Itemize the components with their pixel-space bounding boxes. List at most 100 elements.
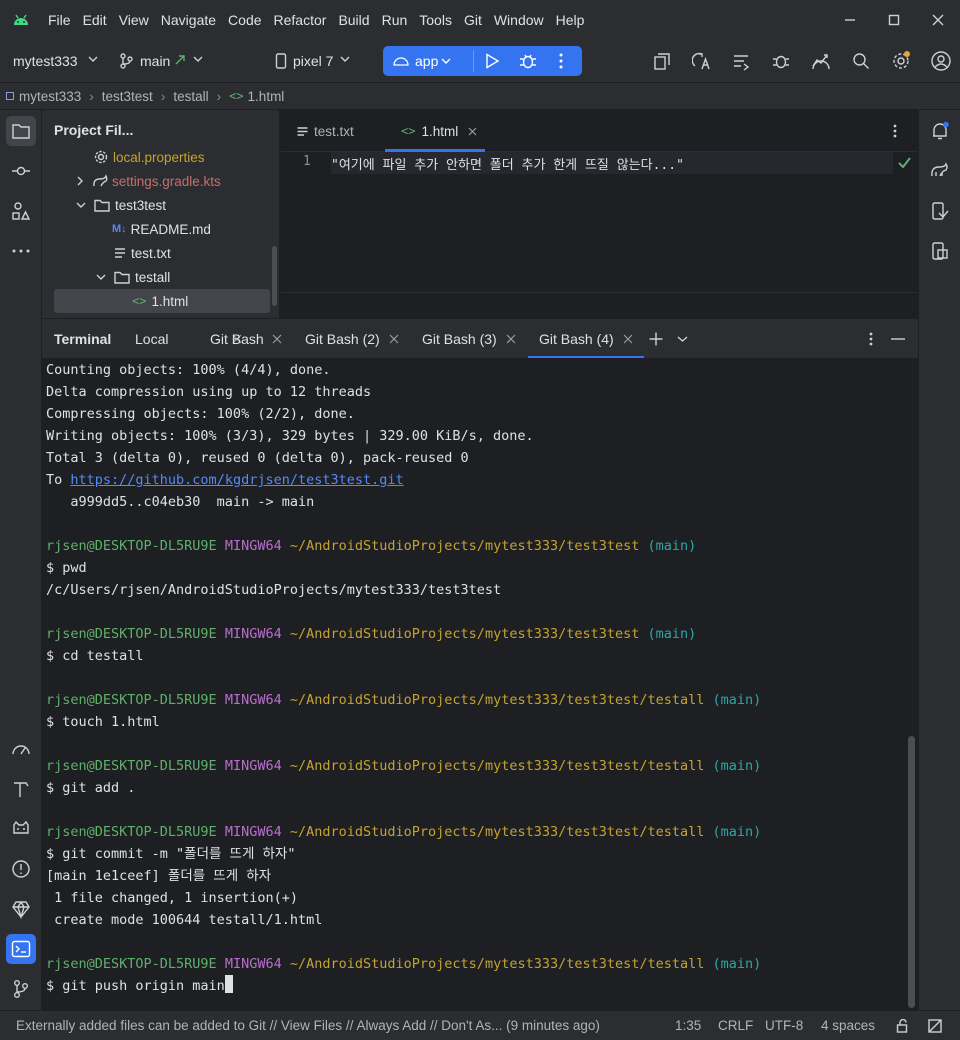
project-panel-scrollbar[interactable] bbox=[272, 246, 277, 306]
tree-item-1-html[interactable]: <> 1.html bbox=[54, 289, 270, 313]
breadcrumb-file[interactable]: 1.html bbox=[248, 89, 285, 104]
close-window-button[interactable] bbox=[916, 0, 960, 40]
menu-help[interactable]: Help bbox=[550, 0, 591, 40]
project-selector[interactable]: mytest333 bbox=[13, 40, 78, 82]
terminal-command: $ git commit -m "폴더를 뜨게 하자" bbox=[46, 846, 296, 862]
more-tool-windows-icon[interactable] bbox=[6, 236, 36, 266]
terminal-tab-git-bash[interactable]: Git Bash bbox=[210, 319, 264, 359]
chevron-down-icon[interactable] bbox=[677, 334, 688, 344]
terminal-tab-git-bash-3[interactable]: Git Bash (3) bbox=[422, 319, 497, 359]
maximize-button[interactable] bbox=[872, 0, 916, 40]
terminal-line: Writing objects: 100% (3/3), 329 bytes |… bbox=[46, 428, 534, 444]
menu-view[interactable]: View bbox=[113, 0, 155, 40]
terminal-icon[interactable] bbox=[6, 934, 36, 964]
run-config-selector[interactable]: app bbox=[415, 46, 438, 76]
list-sync-icon[interactable] bbox=[729, 49, 753, 73]
gradle-icon[interactable] bbox=[925, 156, 955, 186]
menu-tools[interactable]: Tools bbox=[413, 0, 458, 40]
menu-window[interactable]: Window bbox=[488, 0, 550, 40]
breadcrumb-folder[interactable]: test3test bbox=[102, 89, 153, 104]
prompt-shell: MINGW64 bbox=[224, 626, 282, 642]
logcat-icon[interactable] bbox=[6, 814, 36, 844]
breadcrumb-folder[interactable]: testall bbox=[173, 89, 208, 104]
project-panel-title[interactable]: Project Fil... bbox=[54, 122, 133, 138]
tree-item-readme[interactable]: M↓ README.md bbox=[54, 217, 270, 241]
incoming-arrow-icon bbox=[175, 55, 185, 65]
device-file-explorer-icon[interactable] bbox=[925, 196, 955, 226]
file-encoding[interactable]: UTF-8 bbox=[765, 1011, 803, 1040]
debug-button[interactable] bbox=[519, 52, 537, 70]
tree-item-local-properties[interactable]: local.properties bbox=[54, 145, 270, 169]
folder-icon bbox=[94, 199, 110, 212]
prompt-path: ~/AndroidStudioProjects/mytest333/test3t… bbox=[289, 692, 705, 708]
tab-options-icon[interactable] bbox=[893, 124, 897, 138]
git-branch-icon[interactable] bbox=[6, 974, 36, 1004]
tab-label: 1.html bbox=[421, 123, 459, 139]
structure-icon[interactable] bbox=[6, 196, 36, 226]
status-message[interactable]: Externally added files can be added to G… bbox=[16, 1011, 600, 1040]
app-quality-insights-icon[interactable] bbox=[6, 894, 36, 924]
indent-setting[interactable]: 4 spaces bbox=[821, 1011, 875, 1040]
tree-item-testall[interactable]: testall bbox=[54, 265, 270, 289]
build-hammer-icon[interactable] bbox=[6, 774, 36, 804]
menu-build[interactable]: Build bbox=[332, 0, 375, 40]
terminal-tab-git-bash-2[interactable]: Git Bash (2) bbox=[305, 319, 380, 359]
close-tab-icon[interactable] bbox=[622, 333, 634, 345]
menu-code[interactable]: Code bbox=[222, 0, 267, 40]
chevron-down-icon bbox=[340, 54, 350, 64]
sync-gradle-icon[interactable] bbox=[650, 49, 674, 73]
terminal-output[interactable]: Counting objects: 100% (4/4), done. Delt… bbox=[42, 358, 918, 1010]
search-icon[interactable] bbox=[849, 49, 873, 73]
tab-test-txt[interactable]: test.txt bbox=[297, 110, 354, 152]
tree-item-test-txt[interactable]: test.txt bbox=[54, 241, 270, 265]
chevron-down-icon[interactable] bbox=[76, 201, 86, 209]
breadcrumb-project[interactable]: mytest333 bbox=[19, 89, 81, 104]
terminal-tab-git-bash-4[interactable]: Git Bash (4) bbox=[539, 319, 614, 359]
terminal-options-icon[interactable] bbox=[869, 332, 873, 346]
android-logo-icon[interactable] bbox=[0, 0, 42, 40]
minimize-button[interactable] bbox=[828, 0, 872, 40]
tree-item-test3test[interactable]: test3test bbox=[54, 193, 270, 217]
repo-url-link[interactable]: https://github.com/kgdrjsen/test3test.gi… bbox=[70, 472, 403, 488]
code-editor[interactable]: 1 "여기에 파일 추가 안하면 폴더 추가 한게 뜨질 않는다..." bbox=[281, 152, 918, 318]
commit-icon[interactable] bbox=[6, 156, 36, 186]
memory-indicator-icon[interactable] bbox=[928, 1019, 942, 1033]
menu-run[interactable]: Run bbox=[376, 0, 414, 40]
line-separator[interactable]: CRLF bbox=[718, 1011, 753, 1040]
tree-item-settings-gradle[interactable]: settings.gradle.kts bbox=[54, 169, 270, 193]
chevron-right-icon[interactable] bbox=[76, 176, 84, 186]
close-tab-icon[interactable] bbox=[468, 127, 477, 136]
menu-refactor[interactable]: Refactor bbox=[268, 0, 333, 40]
problems-icon[interactable] bbox=[6, 854, 36, 884]
profiler-icon[interactable] bbox=[6, 734, 36, 764]
code-text[interactable]: "여기에 파일 추가 안하면 폴더 추가 한게 뜨질 않는다..." bbox=[331, 154, 684, 173]
hide-panel-minus-icon[interactable] bbox=[891, 338, 905, 340]
close-tab-icon[interactable] bbox=[271, 333, 283, 345]
attach-debugger-icon[interactable] bbox=[769, 49, 793, 73]
project-folder-icon[interactable] bbox=[6, 116, 36, 146]
notifications-bell-icon[interactable] bbox=[925, 116, 955, 146]
device-selector[interactable]: pixel 7 bbox=[293, 40, 333, 82]
menu-git[interactable]: Git bbox=[458, 0, 488, 40]
tab-1-html[interactable]: <> 1.html bbox=[401, 110, 477, 152]
caret-position[interactable]: 1:35 bbox=[675, 1011, 701, 1040]
running-devices-icon[interactable] bbox=[925, 236, 955, 266]
translate-icon[interactable] bbox=[690, 49, 714, 73]
account-icon[interactable] bbox=[929, 49, 953, 73]
close-tab-icon[interactable] bbox=[505, 333, 517, 345]
menu-file[interactable]: File bbox=[42, 0, 77, 40]
settings-gear-icon[interactable] bbox=[889, 49, 913, 73]
branch-selector[interactable]: main bbox=[140, 40, 170, 82]
lock-icon[interactable] bbox=[896, 1019, 910, 1033]
terminal-input-line[interactable]: $ git push origin main bbox=[46, 975, 233, 997]
menu-navigate[interactable]: Navigate bbox=[155, 0, 222, 40]
terminal-tab-local[interactable]: Local bbox=[135, 319, 168, 359]
device-manager-icon[interactable] bbox=[809, 49, 833, 73]
run-button[interactable] bbox=[484, 53, 500, 69]
terminal-scrollbar[interactable] bbox=[908, 736, 915, 1008]
menu-edit[interactable]: Edit bbox=[77, 0, 113, 40]
new-tab-plus-icon[interactable] bbox=[649, 332, 663, 346]
more-actions-button[interactable] bbox=[559, 53, 563, 69]
close-tab-icon[interactable] bbox=[388, 333, 400, 345]
chevron-down-icon[interactable] bbox=[96, 273, 106, 281]
